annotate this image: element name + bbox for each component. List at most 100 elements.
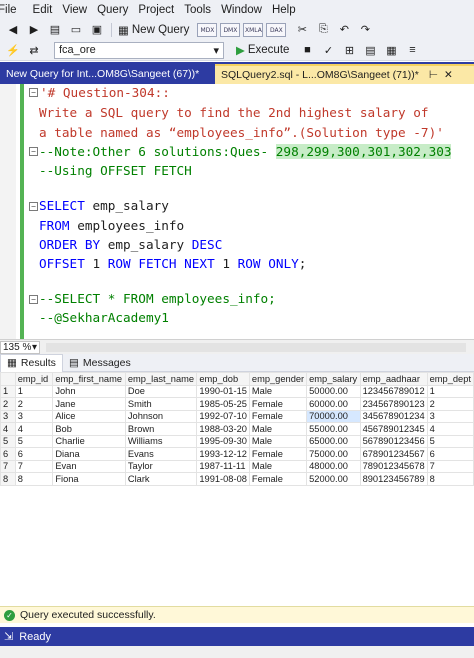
table-cell[interactable]: 50000.00 <box>306 384 361 398</box>
table-cell[interactable]: Fiona <box>52 472 126 486</box>
column-header[interactable]: emp_gender <box>248 372 308 386</box>
table-row[interactable]: 1 1 John Doe 1990-01-15 Male 50000.00 123456789… <box>0 384 474 398</box>
copy-icon[interactable]: ⎘ <box>315 23 331 37</box>
table-cell[interactable]: Alice <box>52 409 126 423</box>
menu-help[interactable]: Help <box>272 4 306 16</box>
table-cell[interactable]: 4 <box>14 422 54 436</box>
tab-results[interactable]: ▦ Results <box>0 353 63 372</box>
table-cell[interactable]: 8 <box>426 472 474 486</box>
table-cell[interactable]: Johnson <box>124 409 198 423</box>
table-cell[interactable]: 890123456789 <box>359 472 428 486</box>
table-cell[interactable]: Williams <box>124 434 198 448</box>
table-cell[interactable]: 3 <box>14 409 54 423</box>
table-row[interactable]: 4 4 Bob Brown 1988-03-20 Male 55000.00 45678901… <box>0 422 474 436</box>
new-item-icon[interactable]: ▤ <box>47 23 63 37</box>
table-cell[interactable]: Evan <box>52 459 126 473</box>
redo-icon[interactable]: ↷ <box>357 23 373 37</box>
table-cell[interactable]: 5 <box>426 434 474 448</box>
column-header[interactable]: emp_aadhaar <box>359 372 428 386</box>
table-cell[interactable]: 5 <box>14 434 54 448</box>
table-cell[interactable]: Clark <box>124 472 198 486</box>
table-cell[interactable]: Jane <box>52 397 126 411</box>
results-grid-icon[interactable]: ▦ <box>383 43 399 57</box>
close-icon[interactable]: ✕ <box>444 69 453 81</box>
collapse-icon[interactable]: − <box>29 202 38 211</box>
table-cell[interactable]: 7 <box>426 459 474 473</box>
table-row[interactable]: 8 8 Fiona Clark 1991-08-08 Female 52000.00 8901… <box>0 472 474 486</box>
table-cell[interactable]: Taylor <box>124 459 198 473</box>
cut-icon[interactable]: ✂ <box>294 23 310 37</box>
menu-file[interactable]: File <box>0 4 33 16</box>
xmla-query-icon[interactable]: XMLA <box>243 22 264 37</box>
table-cell[interactable]: Smith <box>124 397 198 411</box>
column-header[interactable]: emp_dob <box>196 372 250 386</box>
table-cell[interactable]: 123456789012 <box>359 384 428 398</box>
table-cell[interactable]: Brown <box>124 422 198 436</box>
zoom-select[interactable]: 135 % ▾ <box>0 340 40 354</box>
table-cell[interactable]: 1993-12-12 <box>196 447 250 461</box>
undo-icon[interactable]: ↶ <box>336 23 352 37</box>
table-cell[interactable]: 6 <box>426 447 474 461</box>
table-cell[interactable]: Diana <box>52 447 126 461</box>
table-cell[interactable]: 75000.00 <box>306 447 361 461</box>
row-number[interactable]: 3 <box>0 409 16 423</box>
table-cell[interactable]: Male <box>248 422 308 436</box>
table-cell[interactable]: 60000.00 <box>306 397 361 411</box>
code-editor[interactable]: − '# Question-304:: Write a SQL query to… <box>0 84 474 339</box>
table-row[interactable]: 5 5 Charlie Williams 1995-09-30 Male 65000.00 5… <box>0 434 474 448</box>
stop-icon[interactable]: ■ <box>299 43 315 57</box>
execute-button[interactable]: ▶ Execute <box>236 43 289 57</box>
table-cell[interactable]: 8 <box>14 472 54 486</box>
change-connection-icon[interactable]: ⇄ <box>26 43 42 57</box>
row-number[interactable]: 1 <box>0 384 16 398</box>
row-number-header[interactable] <box>0 372 16 386</box>
table-cell[interactable]: Doe <box>124 384 198 398</box>
table-cell[interactable]: 1991-08-08 <box>196 472 250 486</box>
table-cell[interactable]: 1995-09-30 <box>196 434 250 448</box>
table-cell[interactable]: 2 <box>426 397 474 411</box>
comment-icon[interactable]: ≡ <box>404 43 420 57</box>
table-cell[interactable]: 7 <box>14 459 54 473</box>
table-cell[interactable]: 3 <box>426 409 474 423</box>
table-cell[interactable]: 456789012345 <box>359 422 428 436</box>
menu-project[interactable]: Project <box>138 4 184 16</box>
table-cell[interactable]: 55000.00 <box>306 422 361 436</box>
table-cell[interactable]: 1992-07-10 <box>196 409 250 423</box>
table-cell[interactable]: Male <box>248 459 308 473</box>
menu-edit[interactable]: Edit <box>33 4 63 16</box>
collapse-icon[interactable]: − <box>29 147 38 156</box>
table-row[interactable]: 3 3 Alice Johnson 1992-07-10 Female 70000.00 34… <box>0 409 474 423</box>
open-icon[interactable]: ▭ <box>68 23 84 37</box>
intellisense-icon[interactable]: ▤ <box>362 43 378 57</box>
table-cell[interactable]: Female <box>248 447 308 461</box>
table-row[interactable]: 2 2 Jane Smith 1985-05-25 Female 60000.00 23456… <box>0 397 474 411</box>
back-icon[interactable]: ◀ <box>5 23 21 37</box>
table-cell[interactable]: 789012345678 <box>359 459 428 473</box>
table-cell[interactable]: 2 <box>14 397 54 411</box>
row-number[interactable]: 8 <box>0 472 16 486</box>
menu-view[interactable]: View <box>62 4 97 16</box>
dax-query-icon[interactable]: DAX <box>266 22 287 37</box>
table-cell[interactable]: 234567890123 <box>359 397 428 411</box>
column-header[interactable]: emp_id <box>14 372 54 386</box>
mdx-query-icon[interactable]: MDX <box>197 22 218 37</box>
table-cell[interactable]: John <box>52 384 126 398</box>
row-number[interactable]: 4 <box>0 422 16 436</box>
table-cell[interactable]: 6 <box>14 447 54 461</box>
collapse-icon[interactable]: − <box>29 295 38 304</box>
database-select[interactable]: fca_ore ▾ <box>54 41 224 59</box>
parse-icon[interactable]: ✓ <box>320 43 336 57</box>
table-row[interactable]: 6 6 Diana Evans 1993-12-12 Female 75000.00 6789… <box>0 447 474 461</box>
table-cell[interactable]: 65000.00 <box>306 434 361 448</box>
table-cell[interactable]: Male <box>248 384 308 398</box>
table-cell[interactable]: 567890123456 <box>359 434 428 448</box>
table-cell[interactable]: 4 <box>426 422 474 436</box>
table-cell[interactable]: Female <box>248 409 308 423</box>
table-cell[interactable]: Female <box>248 472 308 486</box>
pin-icon[interactable]: ⊢ <box>429 69 438 81</box>
table-cell[interactable]: 70000.00 <box>306 409 361 423</box>
column-header[interactable]: emp_dept <box>426 372 474 386</box>
table-cell[interactable]: 1 <box>426 384 474 398</box>
table-cell[interactable]: 678901234567 <box>359 447 428 461</box>
table-cell[interactable]: 1990-01-15 <box>196 384 250 398</box>
